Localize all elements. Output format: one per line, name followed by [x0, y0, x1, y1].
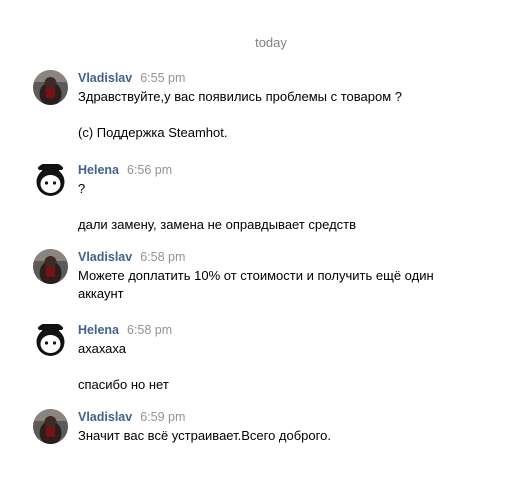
message-text: аккаунт — [78, 286, 124, 301]
message-time[interactable]: 6:55 pm — [140, 71, 185, 85]
message-text: дали замену, замена не оправдывает средс… — [78, 217, 357, 232]
message-text: Значит вас всё устраивает.Всего доброго. — [78, 428, 331, 443]
helena-avatar[interactable] — [33, 322, 68, 357]
vladislav-avatar[interactable] — [33, 409, 68, 444]
message-text: спасибо но нет — [78, 377, 169, 392]
message-text: Можете доплатить 10% от стоимости и полу… — [78, 268, 434, 283]
message-time[interactable]: 6:56 pm — [127, 163, 172, 177]
message-time[interactable]: 6:59 pm — [140, 410, 185, 424]
message-text: Здравствуйте,у вас появились проблемы с … — [78, 89, 403, 104]
message-author[interactable]: Vladislav — [78, 71, 132, 85]
message-time[interactable]: 6:58 pm — [140, 250, 185, 264]
vladislav-avatar[interactable] — [33, 249, 68, 284]
helena-avatar[interactable] — [33, 162, 68, 197]
message-author[interactable]: Helena — [78, 323, 119, 337]
message-author[interactable]: Vladislav — [78, 250, 132, 264]
date-separator: today — [255, 35, 287, 50]
vladislav-avatar[interactable] — [33, 70, 68, 105]
message-text: (c) Поддержка Steamhot. — [78, 125, 228, 140]
message-text: ? — [78, 181, 86, 196]
message-text: ахахаха — [78, 341, 126, 356]
message-author[interactable]: Vladislav — [78, 410, 132, 424]
message-time[interactable]: 6:58 pm — [127, 323, 172, 337]
message-author[interactable]: Helena — [78, 163, 119, 177]
